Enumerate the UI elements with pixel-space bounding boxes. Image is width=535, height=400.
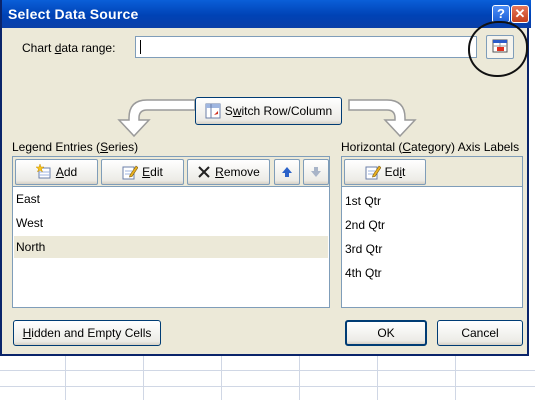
- list-item: 3rd Qtr: [345, 242, 383, 256]
- add-label: Add: [55, 165, 78, 179]
- remove-x-icon: [198, 166, 210, 178]
- switch-row-column-button[interactable]: Switch Row/Column: [195, 97, 342, 125]
- close-x-icon[interactable]: ✕: [511, 5, 529, 23]
- edit-label: Edit: [142, 165, 163, 179]
- remove-series-button[interactable]: Remove: [187, 159, 270, 185]
- list-item[interactable]: East: [14, 188, 328, 210]
- question-mark-icon[interactable]: ?: [492, 5, 510, 23]
- move-down-button[interactable]: [303, 159, 329, 185]
- add-series-button[interactable]: Add: [15, 159, 98, 185]
- grid-line: [65, 355, 66, 400]
- list-item: 4th Qtr: [345, 266, 382, 280]
- chart-data-range-label: Chart data range:: [22, 41, 116, 55]
- list-item: 2nd Qtr: [345, 218, 386, 232]
- ok-button[interactable]: OK: [345, 320, 427, 346]
- list-item-selected[interactable]: North: [14, 236, 328, 258]
- grid-line: [221, 355, 222, 400]
- switch-row-column-label: Switch Row/Column: [224, 104, 333, 118]
- collapse-dialog-button[interactable]: [486, 35, 514, 59]
- left-curved-arrow-icon: [117, 99, 196, 138]
- legend-toolbar: Add Edit Remove: [12, 156, 330, 186]
- move-up-button[interactable]: [274, 159, 300, 185]
- list-item: 1st Qtr: [345, 194, 382, 208]
- edit-series-button[interactable]: Edit: [101, 159, 184, 185]
- cancel-button[interactable]: Cancel: [437, 320, 523, 346]
- title-bar: Select Data Source ? ✕: [2, 0, 531, 28]
- edit-icon: [365, 165, 381, 180]
- switch-row-column-icon: [205, 103, 221, 119]
- hidden-empty-cells-label: Hidden and Empty Cells: [22, 326, 152, 340]
- axis-labels-list[interactable]: 1st Qtr 2nd Qtr 3rd Qtr 4th Qtr: [341, 186, 523, 308]
- chart-data-range-input[interactable]: [135, 36, 477, 58]
- edit-axis-labels-button[interactable]: Edit: [344, 159, 426, 185]
- edit-icon: [122, 165, 139, 180]
- ok-label: OK: [377, 326, 395, 340]
- edit-axis-label: Edit: [384, 165, 406, 179]
- hidden-empty-cells-button[interactable]: Hidden and Empty Cells: [13, 320, 161, 346]
- grid-line: [299, 355, 300, 400]
- grid-line: [377, 355, 378, 400]
- text-caret: [140, 40, 141, 54]
- dialog-title: Select Data Source: [8, 6, 139, 22]
- add-icon: [35, 164, 51, 179]
- range-selector-icon: [492, 39, 508, 53]
- grid-line: [455, 355, 456, 400]
- cancel-label: Cancel: [461, 326, 499, 340]
- axis-toolbar: Edit: [341, 156, 523, 186]
- right-curved-arrow-icon: [348, 99, 417, 138]
- legend-entries-heading: Legend Entries (Series): [12, 140, 139, 154]
- arrow-down-icon: [311, 167, 321, 177]
- list-item[interactable]: West: [14, 212, 328, 234]
- grid-line: [0, 386, 535, 387]
- remove-label: Remove: [215, 165, 260, 179]
- grid-line: [143, 355, 144, 400]
- select-data-source-dialog: Select Data Source ? ✕ Chart data range:…: [0, 0, 531, 356]
- axis-labels-heading: Horizontal (Category) Axis Labels: [341, 140, 520, 154]
- legend-series-list[interactable]: East West North: [12, 186, 330, 308]
- arrow-up-icon: [282, 167, 292, 177]
- grid-line: [0, 370, 535, 371]
